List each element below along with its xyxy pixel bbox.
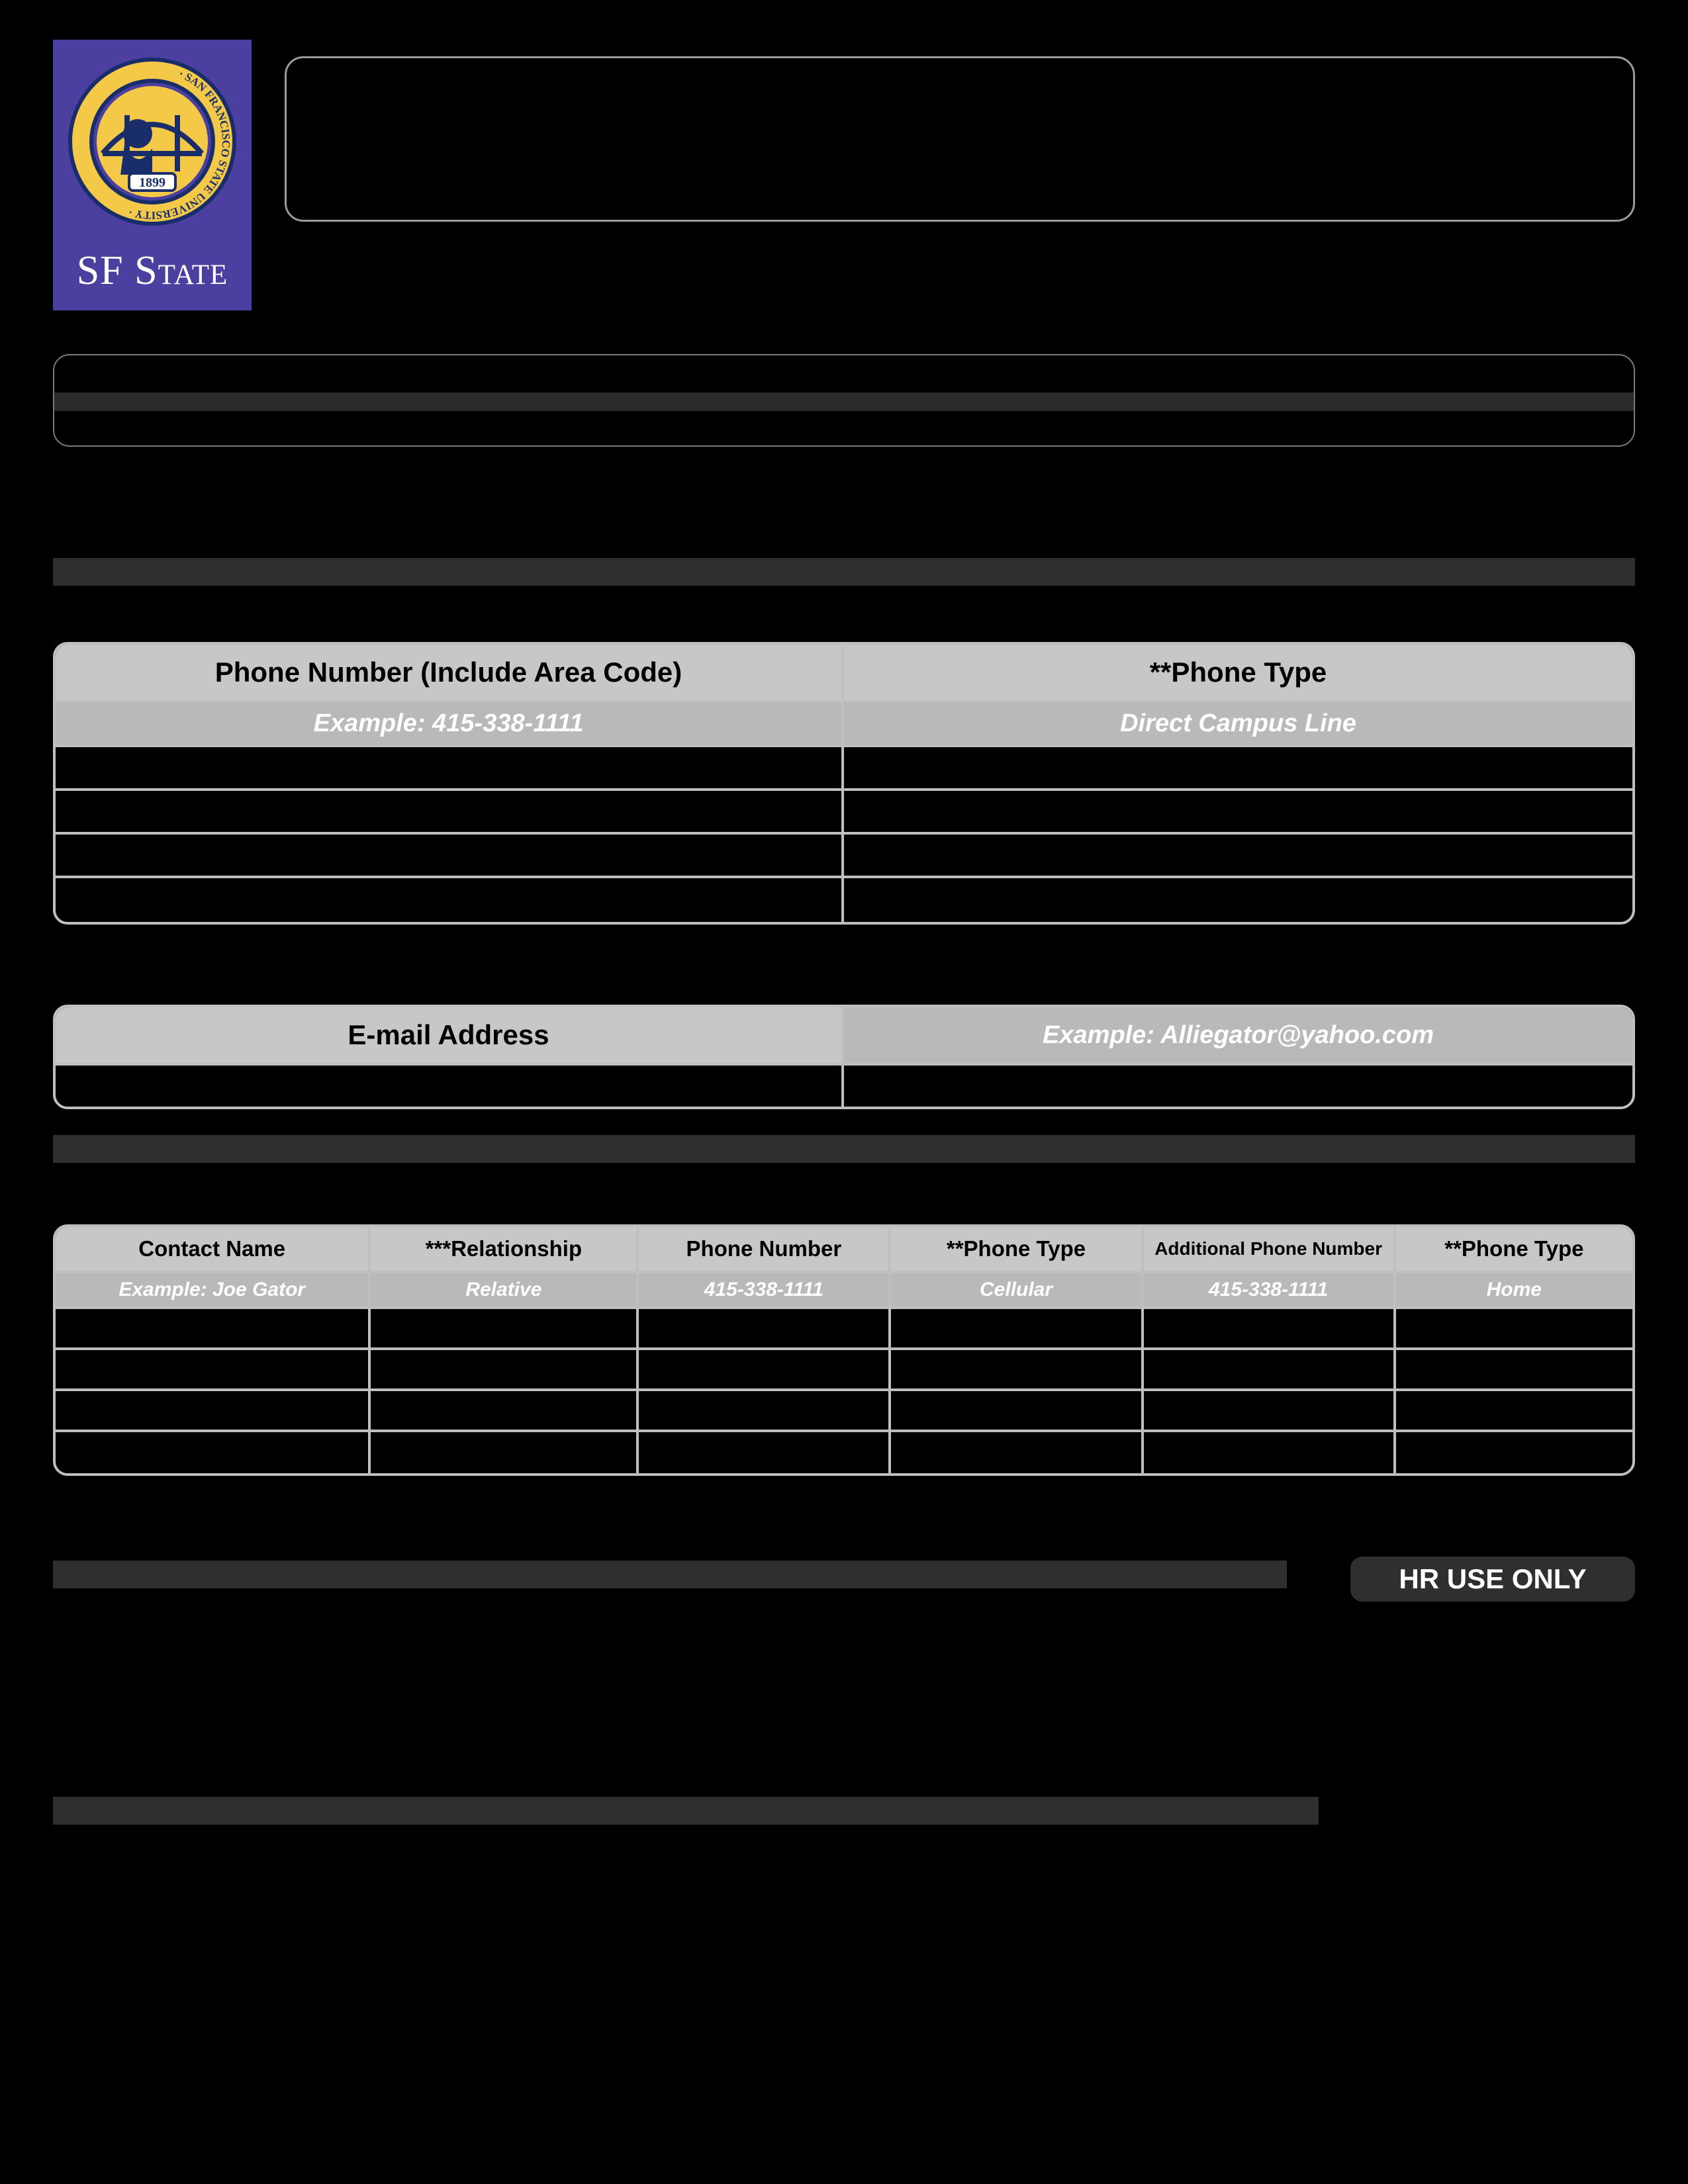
contacts-input-cell[interactable] xyxy=(639,1309,891,1350)
phone-header-number: Phone Number (Include Area Code) xyxy=(56,645,844,703)
contacts-input-cell[interactable] xyxy=(1396,1432,1632,1473)
phone-input-cell[interactable] xyxy=(844,791,1632,835)
phone-input-cell[interactable] xyxy=(844,747,1632,791)
phone-table: Phone Number (Include Area Code) **Phone… xyxy=(53,642,1635,925)
contacts-ex-name: Example: Joe Gator xyxy=(56,1273,371,1309)
contacts-hdr-name: Contact Name xyxy=(56,1227,371,1273)
phone-header-type: **Phone Type xyxy=(844,645,1632,703)
contacts-input-cell[interactable] xyxy=(1144,1350,1396,1391)
name-row-box xyxy=(53,354,1635,447)
contacts-input-cell[interactable] xyxy=(639,1432,891,1473)
email-header: E-mail Address xyxy=(56,1007,844,1066)
university-logo: 1899 · SAN FRANCISCO STATE UNIVERSITY · … xyxy=(53,40,252,310)
contacts-input-cell[interactable] xyxy=(1144,1432,1396,1473)
hr-use-only-badge: HR USE ONLY xyxy=(1350,1557,1635,1602)
contacts-input-cell[interactable] xyxy=(891,1309,1143,1350)
phone-input-cell[interactable] xyxy=(56,747,844,791)
phone-input-cell[interactable] xyxy=(844,835,1632,878)
phone-input-cell[interactable] xyxy=(56,835,844,878)
contacts-ex-phone: 415-338-1111 xyxy=(639,1273,891,1309)
section-bar-contacts xyxy=(53,1135,1635,1163)
contacts-hdr-addphone: Additional Phone Number xyxy=(1144,1227,1396,1273)
contacts-hdr-phone: Phone Number xyxy=(639,1227,891,1273)
contacts-ex-type: Cellular xyxy=(891,1273,1143,1309)
contacts-input-cell[interactable] xyxy=(56,1309,371,1350)
contacts-table: Contact Name ***Relationship Phone Numbe… xyxy=(53,1224,1635,1476)
contacts-input-cell[interactable] xyxy=(1396,1391,1632,1432)
contacts-input-cell[interactable] xyxy=(891,1350,1143,1391)
contacts-input-cell[interactable] xyxy=(371,1432,639,1473)
contacts-hdr-rel: ***Relationship xyxy=(371,1227,639,1273)
form-title-box xyxy=(285,56,1635,222)
phone-example-type: Direct Campus Line xyxy=(844,703,1632,747)
contacts-ex-addtype: Home xyxy=(1396,1273,1632,1309)
contacts-input-cell[interactable] xyxy=(1396,1309,1632,1350)
contacts-ex-addphone: 415-338-1111 xyxy=(1144,1273,1396,1309)
contacts-ex-rel: Relative xyxy=(371,1273,639,1309)
contacts-input-cell[interactable] xyxy=(56,1391,371,1432)
contacts-input-cell[interactable] xyxy=(371,1309,639,1350)
contacts-input-cell[interactable] xyxy=(371,1350,639,1391)
phone-example-number: Example: 415-338-1111 xyxy=(56,703,844,747)
contacts-input-cell[interactable] xyxy=(1144,1309,1396,1350)
email-table: E-mail Address Example: Alliegator@yahoo… xyxy=(53,1005,1635,1109)
phone-input-cell[interactable] xyxy=(56,791,844,835)
contacts-hdr-addtype: **Phone Type xyxy=(1396,1227,1632,1273)
contacts-input-cell[interactable] xyxy=(56,1432,371,1473)
email-input-cell[interactable] xyxy=(844,1066,1632,1107)
section-bar-certification xyxy=(53,1797,1319,1825)
contacts-input-cell[interactable] xyxy=(891,1391,1143,1432)
logo-text: SF State xyxy=(56,241,249,308)
section-bar-phone xyxy=(53,558,1635,586)
page-container: 1899 · SAN FRANCISCO STATE UNIVERSITY · … xyxy=(53,40,1635,2144)
svg-text:1899: 1899 xyxy=(139,175,165,190)
contacts-input-cell[interactable] xyxy=(371,1391,639,1432)
email-example: Example: Alliegator@yahoo.com xyxy=(844,1007,1632,1066)
contacts-input-cell[interactable] xyxy=(1396,1350,1632,1391)
contacts-input-cell[interactable] xyxy=(639,1391,891,1432)
contacts-input-cell[interactable] xyxy=(56,1350,371,1391)
phone-input-cell[interactable] xyxy=(56,878,844,922)
contacts-input-cell[interactable] xyxy=(639,1350,891,1391)
contacts-input-cell[interactable] xyxy=(1144,1391,1396,1432)
email-input-cell[interactable] xyxy=(56,1066,844,1107)
contacts-hdr-type: **Phone Type xyxy=(891,1227,1143,1273)
contacts-input-cell[interactable] xyxy=(891,1432,1143,1473)
phone-input-cell[interactable] xyxy=(844,878,1632,922)
university-seal-icon: 1899 · SAN FRANCISCO STATE UNIVERSITY · xyxy=(56,42,249,241)
section-bar-signature xyxy=(53,1561,1287,1588)
